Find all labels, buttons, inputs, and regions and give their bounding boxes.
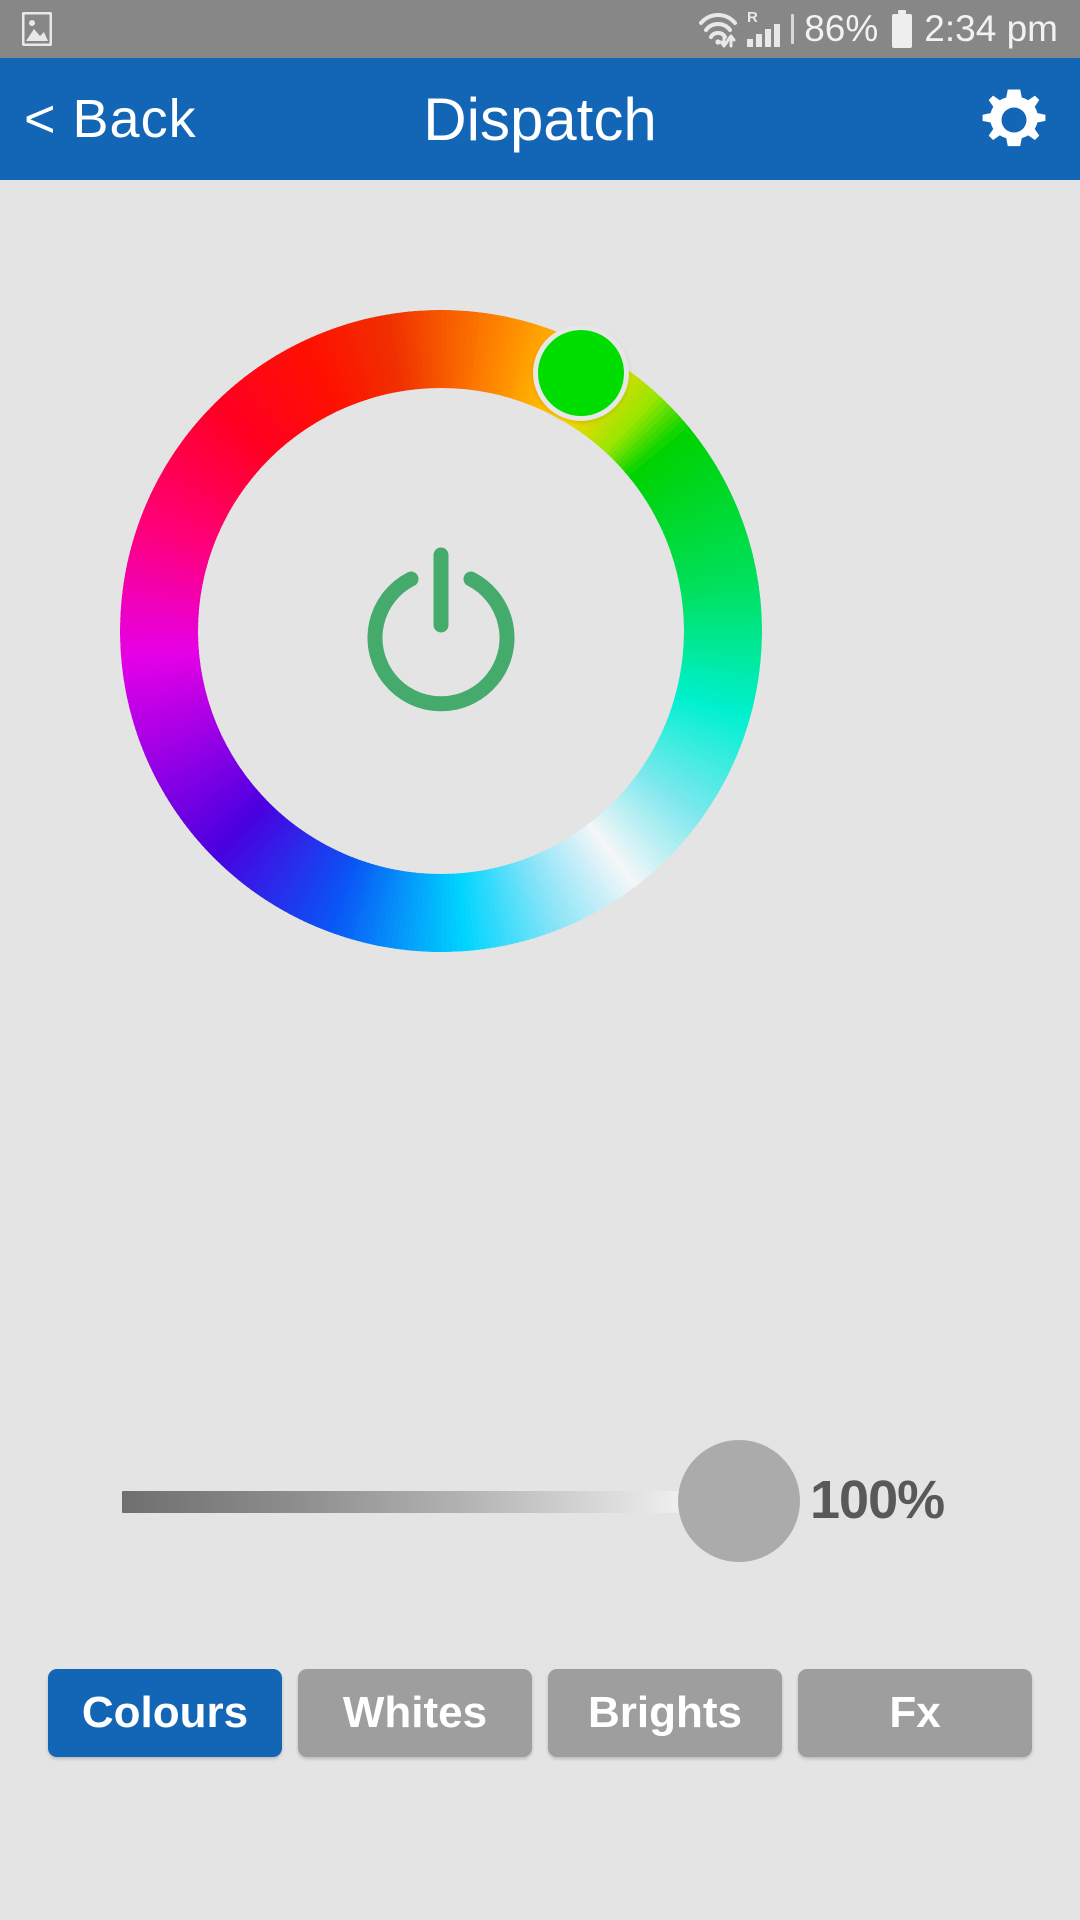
status-clock: 2:34 pm: [924, 8, 1058, 49]
status-bar-left: [21, 11, 53, 47]
tab-fx[interactable]: Fx: [798, 1669, 1032, 1757]
gear-icon[interactable]: [978, 84, 1050, 156]
status-divider: [791, 14, 795, 44]
svg-text:R: R: [747, 9, 758, 26]
brightness-slider-thumb[interactable]: [678, 1440, 800, 1562]
brightness-slider[interactable]: [122, 1440, 800, 1562]
hue-handle[interactable]: [533, 325, 629, 421]
status-bar: R 86% 2:34 pm: [0, 0, 1080, 58]
tab-whites[interactable]: Whites: [298, 1669, 532, 1757]
brightness-slider-row: 100%: [0, 1440, 1080, 1562]
battery-icon: [890, 10, 914, 48]
colour-wheel[interactable]: [120, 310, 762, 952]
wifi-icon: [697, 9, 745, 49]
signal-bars-icon: R: [745, 9, 787, 49]
tab-bar: Colours Whites Brights Fx: [0, 1660, 1080, 1766]
battery-percent-label: 86%: [804, 8, 879, 49]
tab-brights[interactable]: Brights: [548, 1669, 782, 1757]
tab-colours[interactable]: Colours: [48, 1669, 282, 1757]
gallery-icon: [21, 11, 53, 47]
colour-wheel-area: [0, 180, 1080, 1340]
app-bar: < Back Dispatch: [0, 58, 1080, 180]
brightness-slider-track[interactable]: [122, 1491, 752, 1513]
back-button[interactable]: < Back: [24, 88, 197, 150]
brightness-value-label: 100%: [810, 1470, 945, 1530]
status-bar-right: R 86% 2:34 pm: [697, 8, 1058, 50]
power-icon[interactable]: [355, 545, 527, 717]
